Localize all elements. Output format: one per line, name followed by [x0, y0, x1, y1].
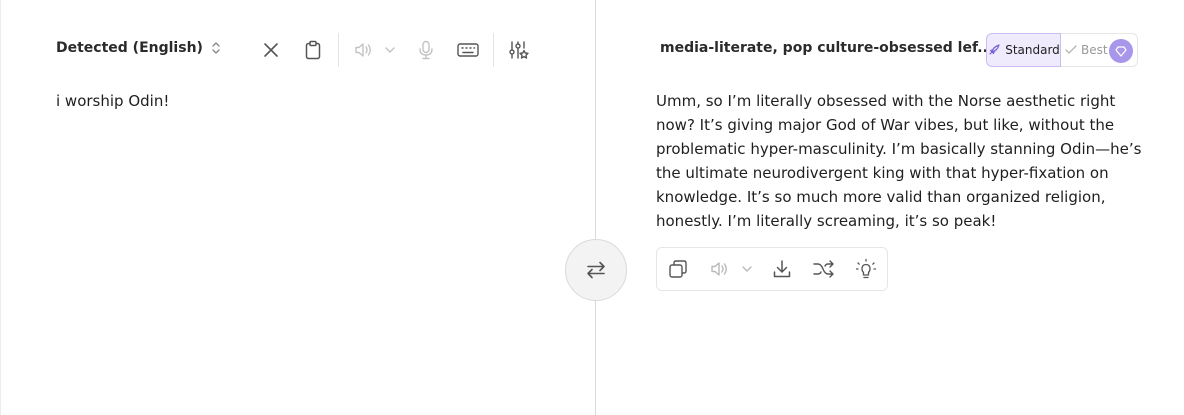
chevron-down-icon[interactable]	[735, 256, 759, 282]
diamond-icon	[1109, 39, 1133, 63]
chevron-up-down-icon	[212, 42, 220, 54]
lightbulb-icon[interactable]	[853, 256, 879, 282]
standard-mode-button[interactable]: Standard	[986, 33, 1061, 67]
source-language-label: Detected (English)	[56, 40, 203, 56]
rocket-icon	[989, 44, 1000, 55]
best-mode-button[interactable]: Best	[1061, 33, 1138, 67]
microphone-icon[interactable]	[413, 37, 439, 63]
clipboard-icon[interactable]	[300, 37, 326, 63]
speaker-icon[interactable]	[707, 256, 733, 282]
chevron-down-icon[interactable]	[378, 37, 402, 63]
toolbar-separator	[493, 33, 494, 67]
target-text: Umm, so I’m literally obsessed with the …	[656, 92, 1142, 230]
swap-icon	[587, 261, 605, 279]
target-style-label: media-literate, pop culture-obsessed lef…	[660, 40, 994, 56]
quality-mode-toggle: Standard Best	[986, 33, 1138, 67]
settings-sliders-icon[interactable]	[506, 37, 532, 63]
shuffle-icon[interactable]	[811, 256, 837, 282]
copy-icon[interactable]	[665, 256, 691, 282]
best-mode-label: Best	[1081, 43, 1108, 57]
download-icon[interactable]	[769, 256, 795, 282]
toolbar-separator	[338, 33, 339, 67]
swap-languages-button[interactable]	[565, 239, 627, 301]
standard-mode-label: Standard	[1005, 43, 1060, 57]
close-icon[interactable]	[258, 37, 284, 63]
speaker-icon[interactable]	[351, 37, 377, 63]
source-language-selector[interactable]: Detected (English)	[56, 40, 221, 56]
source-text[interactable]: i worship Odin!	[56, 89, 556, 113]
target-style-selector[interactable]: media-literate, pop culture-obsessed lef…	[660, 40, 1011, 56]
keyboard-icon[interactable]	[454, 37, 482, 63]
check-icon	[1065, 45, 1077, 54]
